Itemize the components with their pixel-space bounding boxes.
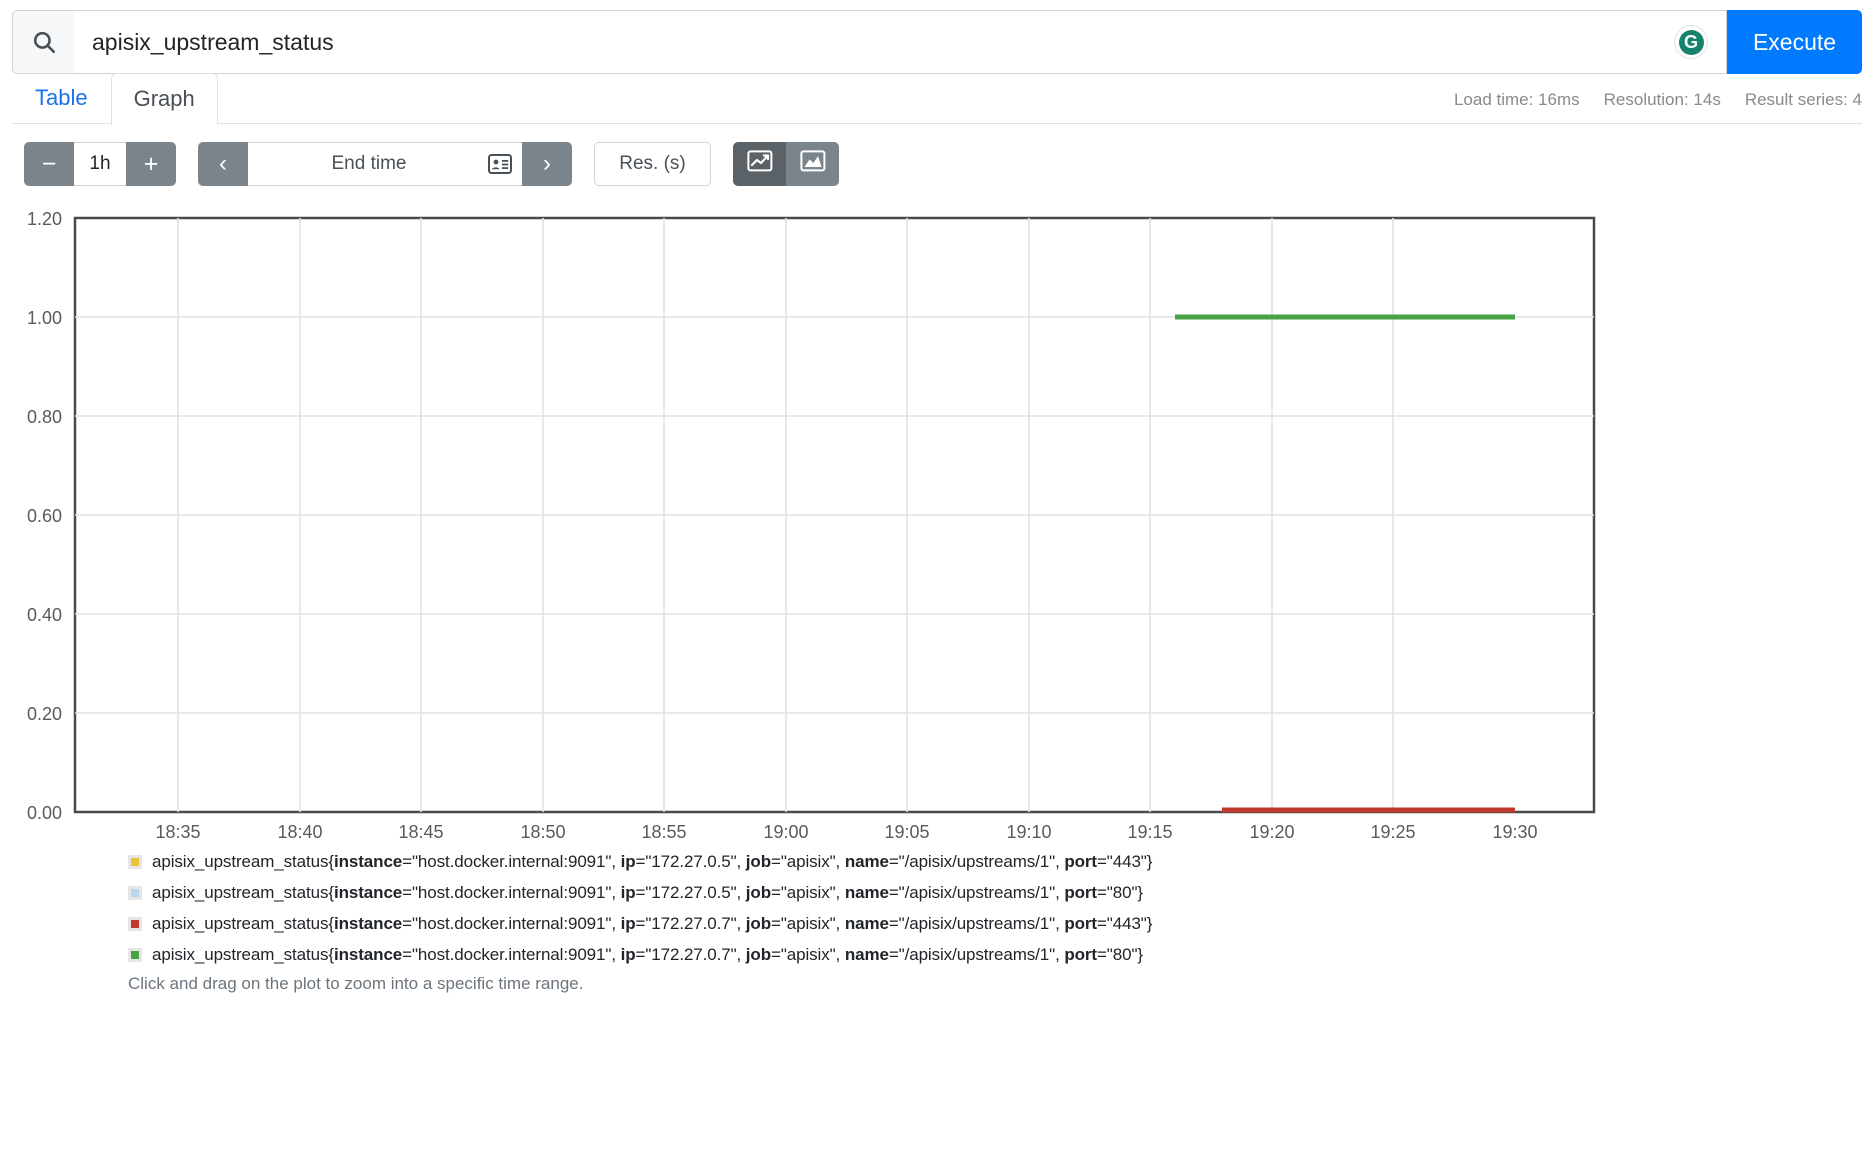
load-time-label: Load time: 16ms bbox=[1453, 90, 1580, 109]
line-chart-icon bbox=[746, 149, 773, 179]
y-axis-labels: 1.20 1.00 0.80 0.60 0.40 0.20 0.00 bbox=[27, 209, 62, 823]
svg-text:18:50: 18:50 bbox=[520, 822, 565, 840]
legend-label: apisix_upstream_status{instance="host.do… bbox=[152, 944, 1143, 964]
zoom-hint-text: Click and drag on the plot to zoom into … bbox=[128, 974, 584, 993]
svg-text:19:25: 19:25 bbox=[1370, 822, 1415, 840]
end-time-input[interactable] bbox=[248, 143, 522, 185]
time-range-group: − 1h + bbox=[24, 142, 176, 186]
svg-text:0.40: 0.40 bbox=[27, 605, 62, 625]
stacked-area-chart-icon bbox=[799, 149, 826, 179]
legend-label: apisix_upstream_status{instance="host.do… bbox=[152, 913, 1153, 933]
svg-text:18:40: 18:40 bbox=[277, 822, 322, 840]
graph-legend: apisix_upstream_status{instance="host.do… bbox=[0, 840, 1874, 970]
execute-button[interactable]: Execute bbox=[1727, 10, 1862, 74]
graph-plot[interactable]: 1.20 1.00 0.80 0.60 0.40 0.20 0.00 18:35… bbox=[0, 200, 1874, 840]
svg-text:0.60: 0.60 bbox=[27, 506, 62, 526]
resolution-field bbox=[594, 142, 711, 186]
legend-item[interactable]: apisix_upstream_status{instance="host.do… bbox=[128, 908, 1874, 939]
svg-text:18:35: 18:35 bbox=[155, 822, 200, 840]
legend-swatch bbox=[128, 947, 142, 962]
query-input[interactable] bbox=[74, 28, 1726, 56]
search-icon bbox=[31, 29, 57, 55]
tabs-divider bbox=[12, 123, 1862, 124]
legend-label: apisix_upstream_status{instance="host.do… bbox=[152, 851, 1153, 871]
svg-text:0.00: 0.00 bbox=[27, 803, 62, 823]
result-series-label: Result series: 4 bbox=[1744, 90, 1862, 109]
search-icon-button[interactable] bbox=[12, 10, 74, 74]
svg-text:19:05: 19:05 bbox=[884, 822, 929, 840]
x-axis-labels: 18:35 18:40 18:45 18:50 18:55 19:00 19:0… bbox=[155, 822, 1537, 840]
svg-text:0.20: 0.20 bbox=[27, 704, 62, 724]
tab-graph[interactable]: Graph bbox=[110, 72, 218, 125]
legend-item[interactable]: apisix_upstream_status{instance="host.do… bbox=[128, 846, 1874, 877]
resolution-label: Resolution: 14s bbox=[1603, 90, 1721, 109]
tab-table[interactable]: Table bbox=[12, 72, 111, 124]
time-next-button[interactable]: › bbox=[522, 142, 572, 186]
svg-text:18:45: 18:45 bbox=[398, 822, 443, 840]
grammarly-icon[interactable]: G bbox=[1674, 25, 1708, 59]
svg-text:1.00: 1.00 bbox=[27, 308, 62, 328]
svg-text:19:20: 19:20 bbox=[1249, 822, 1294, 840]
range-increase-button[interactable]: + bbox=[126, 142, 176, 186]
query-input-wrapper: G bbox=[74, 10, 1727, 74]
svg-text:19:00: 19:00 bbox=[763, 822, 808, 840]
range-value[interactable]: 1h bbox=[74, 142, 126, 186]
grammarly-glyph: G bbox=[1678, 29, 1704, 55]
legend-swatch bbox=[128, 885, 142, 900]
graph-svg[interactable]: 1.20 1.00 0.80 0.60 0.40 0.20 0.00 18:35… bbox=[0, 200, 1874, 840]
chart-type-toggle bbox=[733, 142, 839, 186]
svg-text:19:15: 19:15 bbox=[1127, 822, 1172, 840]
legend-swatch bbox=[128, 854, 142, 869]
graph-controls: − 1h + ‹ › bbox=[0, 124, 1874, 196]
legend-swatch bbox=[128, 916, 142, 931]
svg-text:0.80: 0.80 bbox=[27, 407, 62, 427]
chart-type-stacked-button[interactable] bbox=[786, 142, 839, 186]
legend-item[interactable]: apisix_upstream_status{instance="host.do… bbox=[128, 939, 1874, 970]
legend-label: apisix_upstream_status{instance="host.do… bbox=[152, 882, 1143, 902]
range-decrease-button[interactable]: − bbox=[24, 142, 74, 186]
svg-text:19:30: 19:30 bbox=[1492, 822, 1537, 840]
tabs-row: Table Graph Load time: 16ms Resolution: … bbox=[0, 72, 1874, 125]
tab-list: Table Graph bbox=[12, 72, 218, 125]
time-prev-button[interactable]: ‹ bbox=[198, 142, 248, 186]
query-stats: Load time: 16ms Resolution: 14s Result s… bbox=[1454, 90, 1862, 124]
calendar-icon[interactable] bbox=[488, 154, 512, 174]
svg-text:1.20: 1.20 bbox=[27, 209, 62, 229]
svg-text:18:55: 18:55 bbox=[641, 822, 686, 840]
resolution-input[interactable] bbox=[595, 143, 710, 185]
chart-type-line-button[interactable] bbox=[733, 142, 786, 186]
end-time-field bbox=[248, 142, 522, 186]
query-bar: G Execute bbox=[0, 0, 1874, 74]
legend-item[interactable]: apisix_upstream_status{instance="host.do… bbox=[128, 877, 1874, 908]
end-time-group: ‹ › bbox=[198, 142, 572, 186]
svg-text:19:10: 19:10 bbox=[1006, 822, 1051, 840]
